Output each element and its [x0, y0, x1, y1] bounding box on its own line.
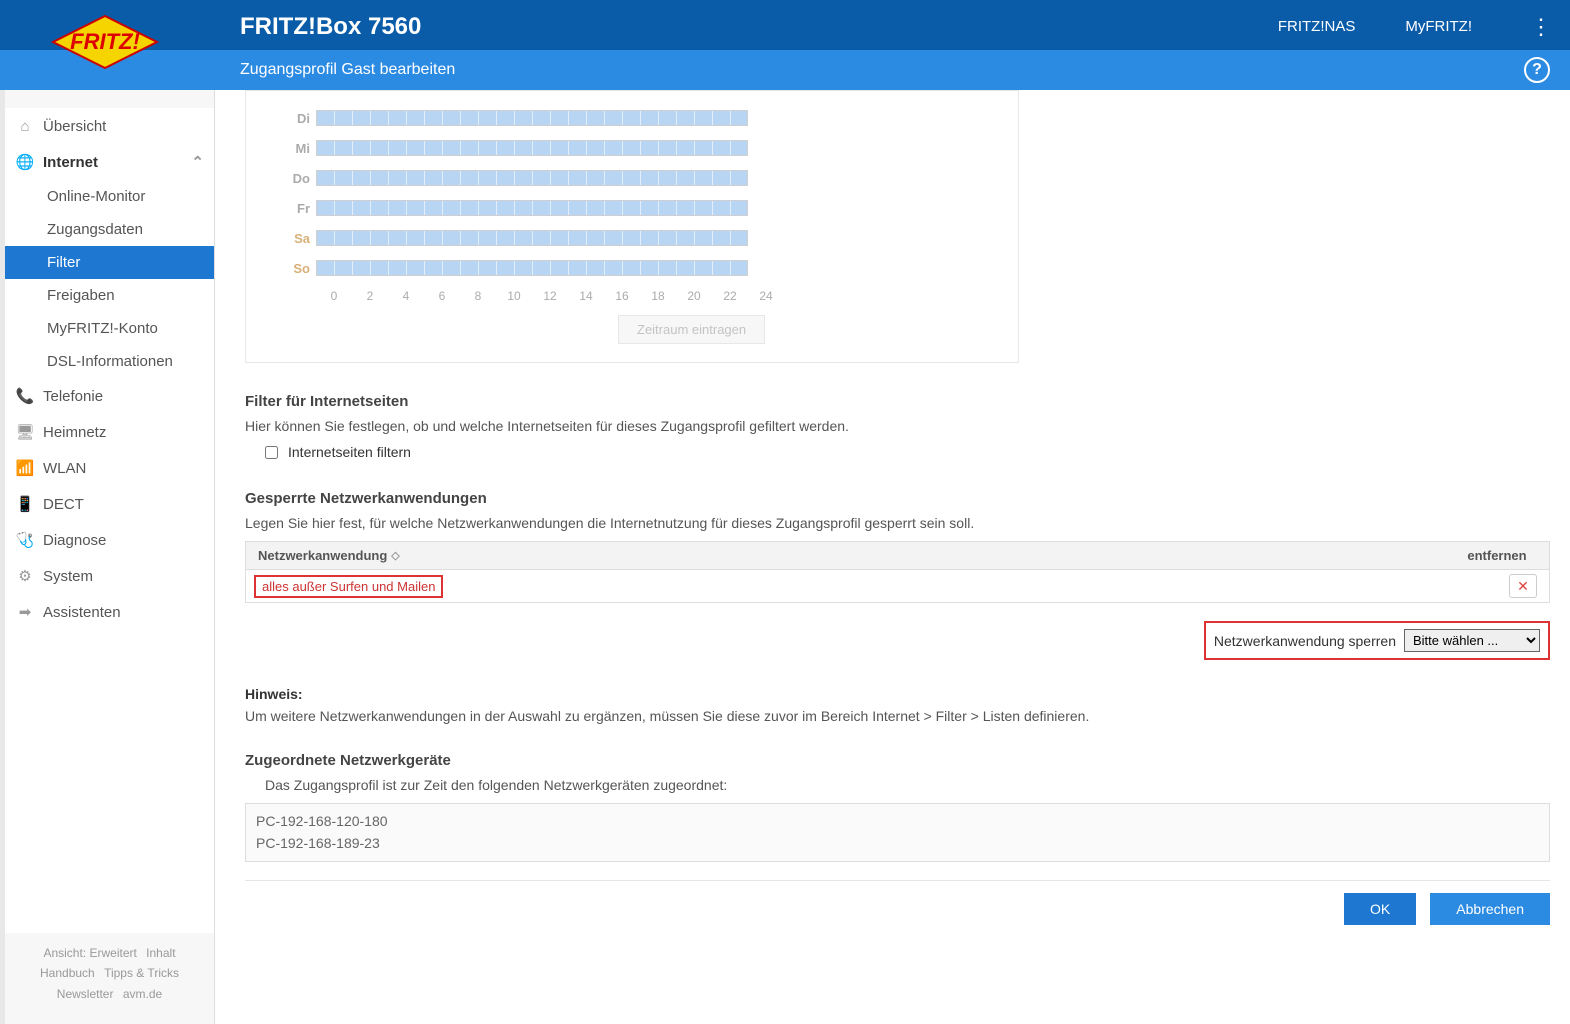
- schedule-bar[interactable]: [316, 230, 748, 246]
- day-label: Mi: [286, 141, 316, 156]
- footer-link[interactable]: avm.de: [123, 987, 162, 1001]
- nas-link[interactable]: FRITZ!NAS: [1278, 18, 1356, 35]
- sidebar-item-übersicht[interactable]: ⌂Übersicht: [5, 108, 214, 144]
- schedule-panel: Di Mi Do Fr Sa So 024681012141618202224 Zeitr…: [245, 90, 1019, 363]
- schedule-row: Do: [246, 163, 1018, 193]
- gear-icon: ⚙: [15, 566, 35, 586]
- remove-button[interactable]: ✕: [1509, 574, 1537, 598]
- schedule-row: Di: [246, 103, 1018, 133]
- sidebar-item-system[interactable]: ⚙System: [5, 558, 214, 594]
- sidebar-subitem-filter[interactable]: Filter: [5, 246, 214, 279]
- lock-label: Netzwerkanwendung sperren: [1214, 633, 1396, 649]
- schedule-row: So: [246, 253, 1018, 283]
- blocked-apps-table: Netzwerkanwendung ◇ entfernen alles auße…: [245, 541, 1550, 603]
- device-item: PC-192-168-189-23: [256, 832, 1539, 854]
- phone-icon: 📞: [15, 386, 35, 406]
- table-row: alles außer Surfen und Mailen ✕: [246, 570, 1549, 602]
- day-label: So: [286, 261, 316, 276]
- footer-link[interactable]: Inhalt: [146, 946, 175, 960]
- myfritz-link[interactable]: MyFRITZ!: [1405, 18, 1472, 35]
- day-label: Do: [286, 171, 316, 186]
- schedule-row: Fr: [246, 193, 1018, 223]
- globe-icon: 🌐: [15, 152, 35, 172]
- sidebar-item-dect[interactable]: 📱DECT: [5, 486, 214, 522]
- lock-app-select[interactable]: Bitte wählen ...: [1404, 629, 1540, 652]
- chevron-up-icon: ⌃: [191, 153, 204, 171]
- cancel-button[interactable]: Abbrechen: [1430, 893, 1550, 925]
- block-section-title: Gesperrte Netzwerkanwendungen: [245, 490, 1550, 507]
- subheader: Zugangsprofil Gast bearbeiten ?: [0, 50, 1570, 90]
- lock-app-control: Netzwerkanwendung sperren Bitte wählen .…: [1204, 621, 1550, 660]
- footer-actions: OK Abbrechen: [245, 880, 1550, 925]
- day-label: Di: [286, 111, 316, 126]
- fritz-logo: FRITZ!: [45, 12, 165, 72]
- day-label: Sa: [286, 231, 316, 246]
- devices-title: Zugeordnete Netzwerkgeräte: [245, 752, 1550, 769]
- sidebar-footer: Ansicht: Erweitert Inhalt Handbuch Tipps…: [5, 933, 214, 1024]
- footer-link[interactable]: Handbuch: [40, 966, 95, 980]
- menu-dots-icon[interactable]: ⋮: [1522, 14, 1560, 40]
- day-label: Fr: [286, 201, 316, 216]
- filter-section-title: Filter für Internetseiten: [245, 393, 1550, 410]
- sidebar-item-telefonie[interactable]: 📞Telefonie: [5, 378, 214, 414]
- main-content: Di Mi Do Fr Sa So 024681012141618202224 Zeitr…: [215, 90, 1570, 1024]
- devices-icon: 🖥: [15, 422, 35, 442]
- product-title: FRITZ!Box 7560: [240, 13, 421, 41]
- wizard-icon: ➡: [15, 602, 35, 622]
- sort-icon: ◇: [391, 549, 399, 562]
- sidebar-item-diagnose[interactable]: 🩺Diagnose: [5, 522, 214, 558]
- dect-icon: 📱: [15, 494, 35, 514]
- schedule-bar[interactable]: [316, 140, 748, 156]
- ok-button[interactable]: OK: [1344, 893, 1416, 925]
- sidebar-item-internet[interactable]: 🌐Internet⌃: [5, 144, 214, 180]
- home-icon: ⌂: [15, 116, 35, 136]
- devices-list: PC-192-168-120-180PC-192-168-189-23: [245, 803, 1550, 862]
- sidebar-subitem-myfritz!-konto[interactable]: MyFRITZ!-Konto: [5, 312, 214, 345]
- schedule-bar[interactable]: [316, 260, 748, 276]
- hint-title: Hinweis:: [245, 686, 1550, 702]
- sidebar-subitem-zugangsdaten[interactable]: Zugangsdaten: [5, 213, 214, 246]
- wifi-icon: 📶: [15, 458, 35, 478]
- schedule-row: Mi: [246, 133, 1018, 163]
- filter-section-desc: Hier können Sie festlegen, ob und welche…: [245, 418, 1550, 434]
- schedule-bar[interactable]: [316, 110, 748, 126]
- svg-text:FRITZ!: FRITZ!: [70, 29, 140, 54]
- footer-link[interactable]: Newsletter: [57, 987, 114, 1001]
- devices-desc: Das Zugangsprofil ist zur Zeit den folge…: [245, 777, 1550, 793]
- enter-timerange-button[interactable]: Zeitraum eintragen: [618, 315, 765, 344]
- hint-text: Um weitere Netzwerkanwendungen in der Au…: [245, 708, 1550, 724]
- sidebar-item-assistenten[interactable]: ➡Assistenten: [5, 594, 214, 630]
- blocked-app-name: alles außer Surfen und Mailen: [254, 575, 443, 598]
- sidebar-item-wlan[interactable]: 📶WLAN: [5, 450, 214, 486]
- col-app[interactable]: Netzwerkanwendung ◇: [258, 548, 1457, 563]
- sidebar-subitem-online-monitor[interactable]: Online-Monitor: [5, 180, 214, 213]
- block-section-desc: Legen Sie hier fest, für welche Netzwerk…: [245, 515, 1550, 531]
- footer-link[interactable]: Ansicht: Erweitert: [43, 946, 136, 960]
- filter-checkbox-row[interactable]: Internetseiten filtern: [245, 444, 1550, 460]
- col-remove: entfernen: [1457, 548, 1537, 563]
- schedule-row: Sa: [246, 223, 1018, 253]
- sidebar-item-heimnetz[interactable]: 🖥Heimnetz: [5, 414, 214, 450]
- page-title: Zugangsprofil Gast bearbeiten: [240, 61, 455, 79]
- diag-icon: 🩺: [15, 530, 35, 550]
- device-item: PC-192-168-120-180: [256, 810, 1539, 832]
- sidebar-subitem-freigaben[interactable]: Freigaben: [5, 279, 214, 312]
- filter-checkbox[interactable]: [265, 446, 278, 459]
- sidebar-subitem-dsl-informationen[interactable]: DSL-Informationen: [5, 345, 214, 378]
- help-icon[interactable]: ?: [1524, 57, 1550, 83]
- footer-link[interactable]: Tipps & Tricks: [104, 966, 179, 980]
- sidebar: ⌂Übersicht🌐Internet⌃Online-MonitorZugang…: [5, 90, 215, 1024]
- schedule-axis: 024681012141618202224: [246, 289, 1018, 303]
- close-icon: ✕: [1517, 578, 1529, 595]
- filter-checkbox-label: Internetseiten filtern: [288, 444, 411, 460]
- schedule-bar[interactable]: [316, 170, 748, 186]
- schedule-bar[interactable]: [316, 200, 748, 216]
- header: FRITZ! FRITZ!Box 7560 FRITZ!NAS MyFRITZ!…: [0, 3, 1570, 50]
